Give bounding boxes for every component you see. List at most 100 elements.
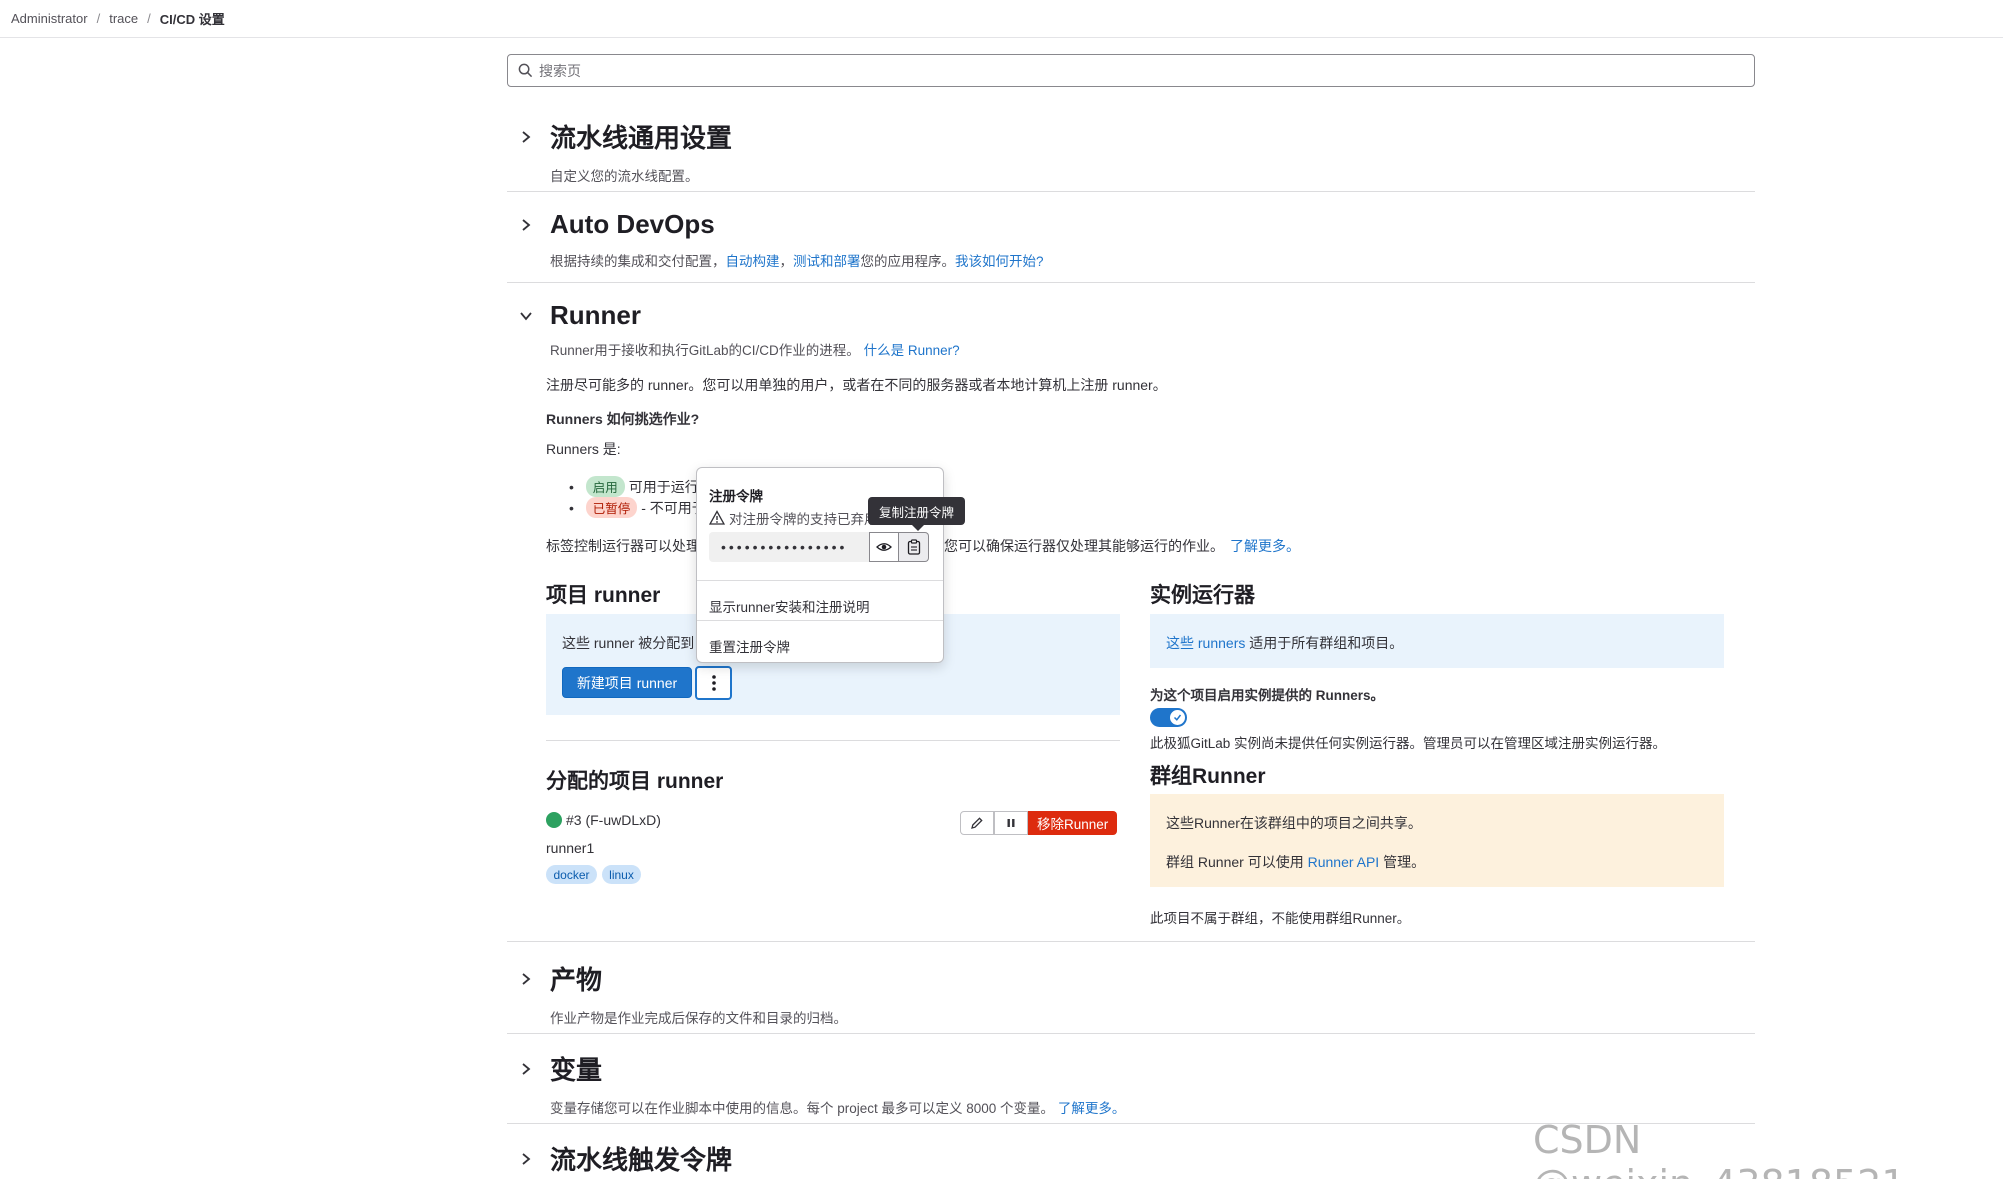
section-header[interactable]: 产物 — [507, 960, 1755, 997]
learn-more-link[interactable]: 了解更多。 — [1230, 538, 1300, 554]
status-badge-active: 启用 — [585, 476, 625, 497]
token-row: •••••••••••••••• — [709, 532, 929, 562]
dropdown-title: 注册令牌 — [709, 489, 763, 504]
project-runners-title: 项目 runner — [546, 584, 661, 607]
desc-text: Runner用于接收和执行GitLab的CI/CD作业的进程。 — [550, 343, 860, 358]
warning-icon — [709, 510, 725, 525]
kebab-menu-icon — [711, 675, 716, 691]
tags-control-text-end: 您可以确保运行器仅处理其能够运行的作业。 了解更多。 — [944, 536, 1300, 556]
panel-text: 群组 Runner 可以使用 Runner API 管理。 — [1166, 852, 1425, 872]
desc-text: 根据持续的集成和交付配置， — [550, 254, 726, 269]
list-item-paused: • 已暂停 - 不可用于 — [569, 497, 706, 518]
more-actions-button[interactable] — [695, 666, 732, 700]
panel-text: 这些 runner 被分配到 — [562, 635, 695, 651]
copy-token-tooltip: 复制注册令牌 — [868, 497, 965, 531]
section-auto-devops: Auto DevOps 根据持续的集成和交付配置，自动构建，测试和部署您的应用程… — [507, 209, 1755, 283]
runner-name: runner1 — [546, 840, 595, 856]
section-description: 自定义您的流水线配置。 — [550, 169, 699, 184]
search-box — [507, 54, 1755, 87]
divider — [546, 740, 1120, 741]
section-header[interactable]: Runner — [507, 300, 1755, 331]
runner-tag: linux — [602, 865, 641, 884]
how-to-start-link[interactable]: 我该如何开始? — [955, 254, 1044, 269]
reset-token-item[interactable]: 重置注册令牌 — [709, 636, 790, 656]
section-description: 作业产物是作业完成后保存的文件和目录的归档。 — [550, 1011, 847, 1026]
auto-build-link[interactable]: 自动构建 — [726, 254, 780, 269]
runner-online-status-icon — [546, 812, 562, 828]
show-install-instructions-item[interactable]: 显示runner安装和注册说明 — [709, 596, 870, 616]
instance-runners-note: 此极狐GitLab 实例尚未提供任何实例运行器。管理员可以在管理区域注册实例运行… — [1150, 736, 1667, 751]
runner-api-link[interactable]: Runner API — [1308, 854, 1380, 870]
bullet: • — [569, 500, 574, 516]
pause-runner-button[interactable] — [994, 811, 1028, 835]
new-project-runner-button[interactable]: 新建项目 runner — [562, 667, 692, 698]
warning-text: 对注册令牌的支持已弃用 — [729, 512, 878, 527]
section-header[interactable]: 变量 — [507, 1050, 1755, 1087]
show-token-button[interactable] — [869, 532, 899, 562]
test-deploy-link[interactable]: 测试和部署 — [793, 254, 861, 269]
these-runners-link[interactable]: 这些 runners — [1166, 635, 1245, 651]
register-text: 注册尽可能多的 runner。您可以用单独的用户，或者在不同的服务器或者本地计算… — [546, 377, 1167, 393]
tags-control-text: 标签控制运行器可以处理 — [546, 538, 700, 554]
breadcrumb: Administrator / trace / CI/CD 设置 — [0, 0, 2003, 38]
section-description: 变量存储您可以在作业脚本中使用的信息。每个 project 最多可以定义 800… — [550, 1097, 1755, 1117]
copy-token-button[interactable] — [899, 532, 929, 562]
breadcrumb-cicd-settings[interactable]: CI/CD 设置 — [160, 9, 225, 28]
section-description: Runner用于接收和执行GitLab的CI/CD作业的进程。 什么是 Runn… — [550, 339, 1755, 359]
assigned-runners-title: 分配的项目 runner — [546, 770, 724, 793]
group-runners-title: 群组Runner — [1150, 765, 1266, 788]
desc-text: 您的应用程序。 — [860, 254, 956, 269]
section-variables: 变量 变量存储您可以在作业脚本中使用的信息。每个 project 最多可以定义 … — [507, 1050, 1755, 1124]
instance-runners-toggle[interactable] — [1150, 708, 1187, 727]
section-title[interactable]: Auto DevOps — [550, 209, 715, 240]
status-badge-paused: 已暂停 — [585, 497, 638, 518]
section-header[interactable]: Auto DevOps — [507, 209, 1755, 240]
panel-text: 这些 runners 适用于所有群组和项目。 — [1166, 633, 1403, 653]
section-title[interactable]: 变量 — [550, 1050, 602, 1087]
panel-text: 这些Runner在该群组中的项目之间共享。 — [1166, 815, 1422, 831]
remove-runner-button[interactable]: 移除Runner — [1028, 811, 1118, 835]
runner-actions: 移除Runner — [960, 811, 1118, 835]
runners-are-text: Runners 是: — [546, 441, 621, 457]
desc-text: ， — [779, 254, 794, 269]
chevron-right-icon[interactable] — [518, 1151, 534, 1167]
section-header[interactable]: 流水线通用设置 — [507, 118, 1755, 155]
learn-more-link[interactable]: 了解更多。 — [1058, 1101, 1126, 1116]
search-icon — [518, 63, 533, 78]
breadcrumb-separator: / — [96, 11, 101, 26]
watermark: CSDN @weixin_43818521 — [1533, 1118, 1906, 1179]
what-is-runner-link[interactable]: 什么是 Runner? — [864, 343, 960, 358]
search-input[interactable] — [539, 62, 1739, 79]
desc-text: 群组 Runner 可以使用 — [1166, 854, 1304, 870]
chevron-right-icon[interactable] — [518, 1061, 534, 1077]
chevron-right-icon[interactable] — [518, 129, 534, 145]
section-title[interactable]: 流水线通用设置 — [550, 118, 732, 155]
breadcrumb-administrator[interactable]: Administrator — [11, 11, 88, 26]
desc-text: 变量存储您可以在作业脚本中使用的信息。每个 project 最多可以定义 800… — [550, 1101, 1055, 1116]
divider — [697, 620, 943, 621]
chevron-right-icon[interactable] — [518, 217, 534, 233]
registration-token-field[interactable]: •••••••••••••••• — [709, 532, 869, 562]
check-icon — [1173, 714, 1182, 721]
section-pipeline-general: 流水线通用设置 自定义您的流水线配置。 — [507, 118, 1755, 192]
bullet: • — [569, 479, 574, 495]
toggle-knob — [1170, 710, 1185, 725]
chevron-right-icon[interactable] — [518, 971, 534, 987]
section-title[interactable]: Runner — [550, 300, 641, 331]
desc-text: 管理。 — [1383, 854, 1426, 870]
runner-id-link[interactable]: #3 (F-uwDLxD) — [566, 812, 661, 828]
instance-runners-title: 实例运行器 — [1150, 584, 1255, 607]
section-artifacts: 产物 作业产物是作业完成后保存的文件和目录的归档。 — [507, 960, 1755, 1034]
desc-text: 您可以确保运行器仅处理其能够运行的作业。 — [944, 538, 1224, 554]
section-description: 根据持续的集成和交付配置，自动构建，测试和部署您的应用程序。我该如何开始? — [550, 250, 1755, 270]
edit-runner-button[interactable] — [960, 811, 994, 835]
chevron-down-icon[interactable] — [518, 308, 534, 324]
how-runners-pick-title: Runners 如何挑选作业? — [546, 411, 700, 427]
desc-text: 适用于所有群组和项目。 — [1249, 635, 1404, 651]
breadcrumb-separator: / — [147, 11, 151, 26]
breadcrumb-trace[interactable]: trace — [109, 11, 138, 26]
pause-icon — [1007, 819, 1015, 827]
section-title[interactable]: 流水线触发令牌 — [550, 1140, 732, 1177]
section-title[interactable]: 产物 — [550, 960, 602, 997]
eye-icon — [876, 543, 892, 551]
